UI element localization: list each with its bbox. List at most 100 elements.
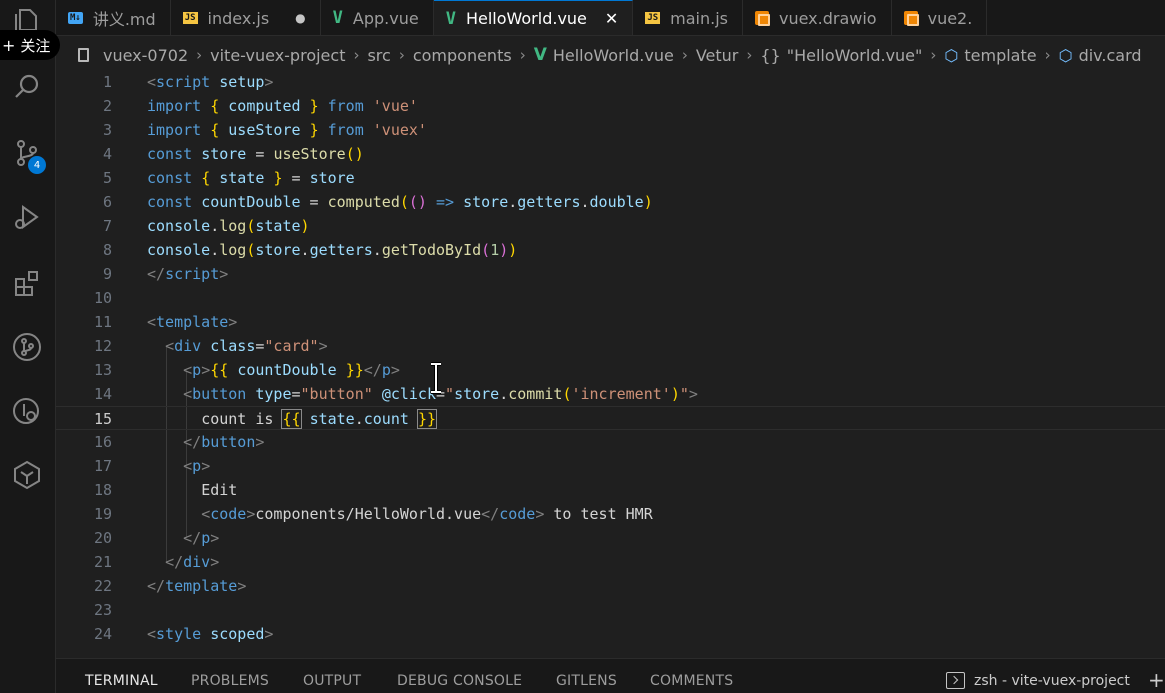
code-text: <div class="card"> — [147, 334, 328, 358]
cube-icon: ⬡ — [944, 45, 959, 65]
panel-tab[interactable]: DEBUG CONSOLE — [397, 673, 522, 689]
code-line[interactable]: 2 import { computed } from 'vue' — [56, 94, 1165, 118]
code-token: log — [219, 241, 247, 259]
code-line[interactable]: 11 <template> — [56, 310, 1165, 334]
code-token: useStore — [273, 145, 346, 163]
code-editor[interactable]: 1 <script setup> 2 import { computed } from… — [56, 70, 1165, 658]
close-icon[interactable]: ✕ — [605, 9, 618, 28]
breadcrumb-item[interactable]: vuex-0702 — [103, 46, 188, 65]
code-token: = — [246, 145, 274, 163]
code-line[interactable]: 17 <p> — [56, 454, 1165, 478]
breadcrumb-item[interactable]: ⬡ div.card — [1059, 46, 1142, 65]
code-token: } — [309, 121, 319, 139]
code-token: {{ — [210, 361, 229, 379]
panel-tab[interactable]: OUTPUT — [303, 673, 361, 689]
chevron-right-icon: › — [353, 46, 360, 64]
vue-file-icon: V — [332, 8, 343, 28]
code-line[interactable]: 16 </button> — [56, 430, 1165, 454]
code-text: </button> — [147, 430, 264, 454]
code-token: > — [390, 361, 400, 379]
code-token: div — [183, 553, 211, 571]
unsaved-dot-icon[interactable]: ● — [295, 11, 305, 25]
code-line[interactable]: 5 const { state } = store — [56, 166, 1165, 190]
cube-icon: ⬡ — [1058, 45, 1073, 65]
code-token: . — [372, 241, 382, 259]
code-line[interactable]: 18 Edit — [56, 478, 1165, 502]
docker-cube-icon[interactable] — [8, 456, 46, 494]
code-line[interactable]: 20 </p> — [56, 526, 1165, 550]
git-graph-icon[interactable] — [8, 328, 46, 366]
breadcrumb-item[interactable]: V HelloWorld.vue — [534, 45, 674, 65]
code-text: <style scoped> — [147, 622, 273, 646]
breadcrumb-item[interactable]: components — [413, 46, 512, 65]
terminal-name[interactable]: zsh - vite-vuex-project — [974, 673, 1130, 689]
code-token: ) — [300, 217, 310, 235]
code-token: p — [381, 361, 391, 379]
editor-tab[interactable]: V App.vue — [320, 0, 434, 35]
editor-tab[interactable]: JS main.js — [633, 0, 743, 35]
code-token: 1 — [490, 241, 500, 259]
code-token: {{ — [281, 409, 302, 429]
code-line[interactable]: 4 const store = useStore() — [56, 142, 1165, 166]
breadcrumb-item[interactable]: ⬡ template — [944, 46, 1036, 65]
code-line[interactable]: 12 <div class="card"> — [56, 334, 1165, 358]
braces-icon: {} — [760, 45, 781, 65]
breadcrumb-item[interactable]: Vetur — [696, 46, 739, 65]
vue-file-icon: V — [445, 8, 456, 29]
follow-button[interactable]: + 关注 — [0, 30, 60, 60]
panel-tab[interactable]: PROBLEMS — [191, 673, 269, 689]
code-line[interactable]: 7 console.log(state) — [56, 214, 1165, 238]
code-token: > — [237, 577, 247, 595]
line-number: 21 — [93, 553, 112, 571]
breadcrumb-item[interactable]: src — [367, 46, 390, 65]
terminal-icon[interactable] — [946, 672, 965, 689]
breadcrumb-item[interactable]: vite-vuex-project — [210, 46, 345, 65]
code-line[interactable]: 22 </template> — [56, 574, 1165, 598]
panel-tab[interactable]: COMMENTS — [650, 673, 733, 689]
add-terminal-icon[interactable]: + — [1148, 668, 1165, 692]
editor-tab[interactable]: M↓ 讲义.md — [56, 0, 171, 35]
code-token: > — [210, 529, 220, 547]
extensions-icon[interactable] — [8, 264, 46, 302]
code-token: useStore — [228, 121, 301, 139]
code-line[interactable]: 15 count is {{ state.count }} — [56, 406, 1165, 430]
panel-bar: zsh - vite-vuex-project + TERMINAL PROBLE… — [56, 658, 1165, 693]
code-line[interactable]: 23 — [56, 598, 1165, 622]
breadcrumb-label: div.card — [1078, 45, 1142, 65]
file-icon — [78, 48, 89, 62]
remote-explorer-icon[interactable] — [8, 392, 46, 430]
code-line[interactable]: 19 <code>components/HelloWorld.vue</code… — [56, 502, 1165, 526]
panel-tab[interactable]: TERMINAL — [85, 673, 158, 693]
search-icon[interactable] — [8, 68, 46, 106]
js-file-icon: JS — [645, 12, 661, 24]
run-debug-icon[interactable] — [8, 198, 46, 236]
code-line[interactable]: 8 console.log(store.getters.getTodoById(1… — [56, 238, 1165, 262]
code-line[interactable]: 14 <button type="button" @click="store.c… — [56, 382, 1165, 406]
chevron-right-icon: › — [196, 46, 203, 64]
code-token: p — [201, 529, 211, 547]
code-line[interactable]: 13 <p>{{ countDouble }}</p> — [56, 358, 1165, 382]
code-token: 'vue' — [372, 97, 418, 115]
editor-tab[interactable]: vuex.drawio — [743, 0, 892, 35]
editor-tab[interactable]: vue2. — [891, 0, 988, 35]
code-token: div — [174, 337, 202, 355]
line-number: 17 — [93, 457, 112, 475]
code-token: > — [255, 433, 265, 451]
code-token: script — [156, 73, 211, 91]
code-token: getTodoById — [381, 241, 482, 259]
editor-tab[interactable]: JS index.js ● — [170, 0, 321, 35]
code-line[interactable]: 1 <script setup> — [56, 70, 1165, 94]
breadcrumb-item[interactable]: {} "HelloWorld.vue" — [760, 46, 922, 65]
code-line[interactable]: 3 import { useStore } from 'vuex' — [56, 118, 1165, 142]
code-token: < — [183, 457, 193, 475]
code-line[interactable]: 10 — [56, 286, 1165, 310]
code-line[interactable]: 6 const countDouble = computed(() => stor… — [56, 190, 1165, 214]
code-line[interactable]: 21 </div> — [56, 550, 1165, 574]
code-line[interactable]: 24 <style scoped> — [56, 622, 1165, 646]
panel-tab[interactable]: GITLENS — [556, 673, 617, 689]
editor-tab[interactable]: V HelloWorld.vue ✕ — [433, 0, 634, 35]
code-line[interactable]: 9 </script> — [56, 262, 1165, 286]
